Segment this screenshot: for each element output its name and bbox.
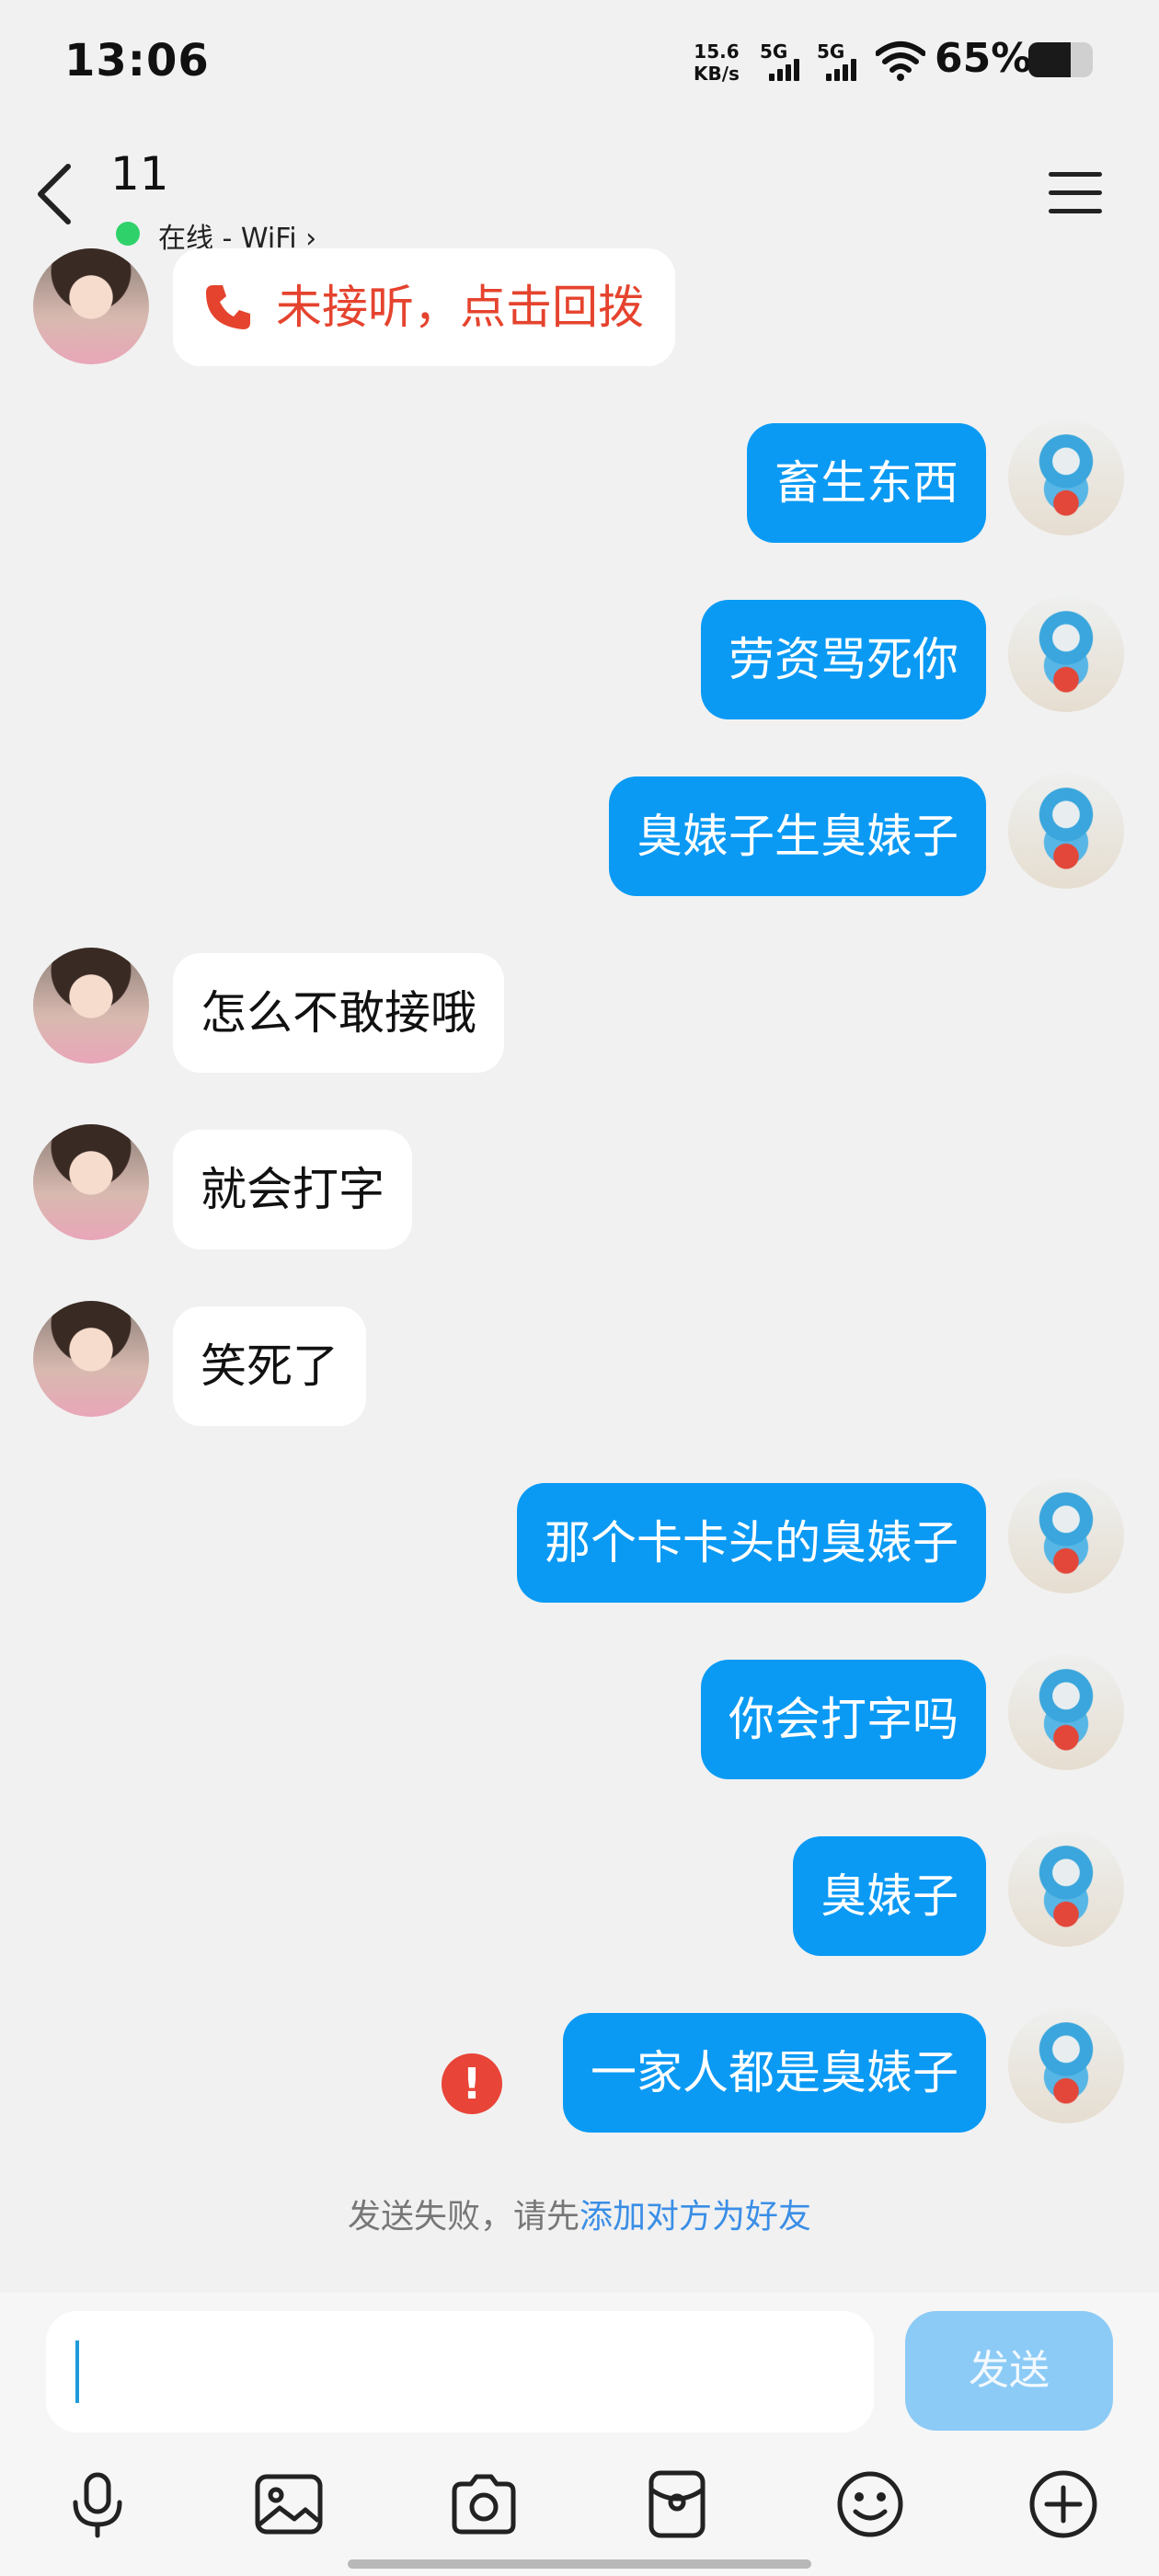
message-bubble-out[interactable]: 一家人都是臭婊子 bbox=[563, 2013, 986, 2133]
battery-fill bbox=[1028, 42, 1071, 77]
missed-call-bubble[interactable]: 未接听，点击回拨 bbox=[173, 248, 675, 366]
battery-percent: 65% bbox=[935, 35, 1032, 82]
send-failed-icon[interactable]: ! bbox=[442, 2053, 502, 2114]
contact-avatar[interactable] bbox=[33, 1124, 149, 1240]
status-time: 13:06 bbox=[64, 35, 210, 86]
message-bubble-out[interactable]: 劳资骂死你 bbox=[701, 600, 986, 719]
my-avatar[interactable] bbox=[1008, 1831, 1124, 1947]
network-speed: 15.6 KB/s bbox=[694, 40, 740, 85]
microphone-icon[interactable] bbox=[61, 2467, 134, 2541]
image-icon[interactable] bbox=[252, 2467, 326, 2541]
message-bubble-out[interactable]: 臭婊子生臭婊子 bbox=[609, 776, 986, 896]
my-avatar[interactable] bbox=[1008, 420, 1124, 535]
my-avatar[interactable] bbox=[1008, 596, 1124, 712]
red-packet-icon[interactable] bbox=[640, 2467, 714, 2541]
plus-icon[interactable] bbox=[1027, 2467, 1100, 2541]
message-bubble-out[interactable]: 臭婊子 bbox=[793, 1836, 986, 1956]
phone-icon bbox=[206, 284, 250, 329]
wifi-icon bbox=[876, 41, 925, 81]
network-speed-value: 15.6 bbox=[694, 40, 740, 63]
message-bubble-out[interactable]: 你会打字吗 bbox=[701, 1660, 986, 1779]
message-bubble-in[interactable]: 怎么不敢接哦 bbox=[173, 953, 504, 1073]
message-bubble-out[interactable]: 畜生东西 bbox=[747, 423, 986, 543]
my-avatar[interactable] bbox=[1008, 1654, 1124, 1770]
my-avatar[interactable] bbox=[1008, 2007, 1124, 2123]
signal-icon-1: 5G bbox=[760, 40, 808, 81]
network-speed-unit: KB/s bbox=[694, 63, 740, 85]
add-friend-link[interactable]: 添加对方为好友 bbox=[580, 2198, 811, 2236]
my-avatar[interactable] bbox=[1008, 1478, 1124, 1593]
my-avatar[interactable] bbox=[1008, 773, 1124, 889]
home-indicator[interactable] bbox=[348, 2559, 811, 2569]
contact-avatar[interactable] bbox=[33, 948, 149, 1064]
missed-call-text: 未接听，点击回拨 bbox=[276, 281, 644, 334]
back-icon[interactable] bbox=[33, 161, 77, 227]
send-button[interactable]: 发送 bbox=[905, 2311, 1113, 2431]
message-bubble-in[interactable]: 就会打字 bbox=[173, 1130, 412, 1249]
message-bubble-out[interactable]: 那个卡卡头的臭婊子 bbox=[517, 1483, 986, 1603]
camera-icon[interactable] bbox=[447, 2467, 521, 2541]
contact-avatar[interactable] bbox=[33, 1301, 149, 1417]
emoji-icon[interactable] bbox=[833, 2467, 907, 2541]
send-failed-text: 发送失败，请先 bbox=[347, 2198, 580, 2236]
text-caret bbox=[75, 2340, 79, 2403]
contact-avatar[interactable] bbox=[33, 248, 149, 364]
battery-icon bbox=[1028, 42, 1093, 77]
chat-title: 11 bbox=[110, 147, 169, 201]
send-failed-notice: 发送失败，请先添加对方为好友 bbox=[0, 2190, 1159, 2237]
signal-icon-2: 5G bbox=[817, 40, 865, 81]
online-status-dot bbox=[116, 222, 140, 246]
message-bubble-in[interactable]: 笑死了 bbox=[173, 1306, 366, 1426]
message-input[interactable] bbox=[46, 2311, 874, 2432]
menu-icon[interactable] bbox=[1049, 170, 1104, 216]
